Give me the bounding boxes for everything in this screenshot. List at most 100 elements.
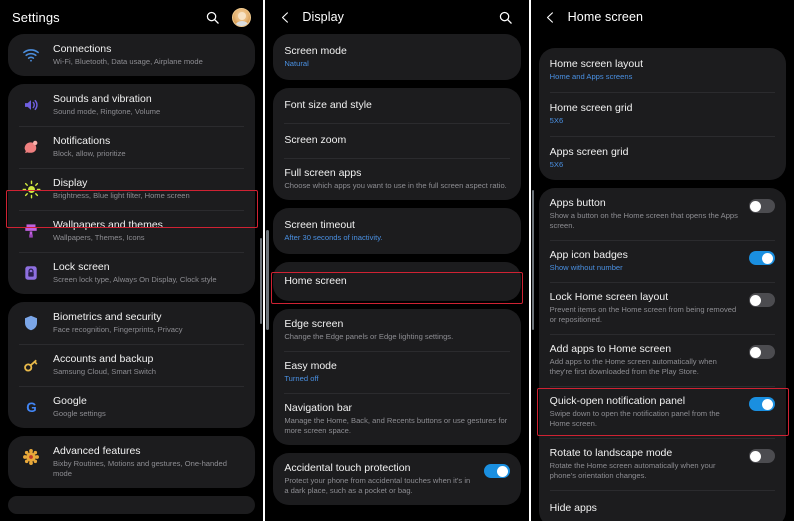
row-subtitle: Face recognition, Fingerprints, Privacy <box>53 325 183 334</box>
row-subtitle: Brightness, Blue light filter, Home scre… <box>53 191 190 200</box>
sidebar-item-wallpapers-and-themes[interactable]: Wallpapers and themes Wallpapers, Themes… <box>8 210 255 252</box>
sidebar-item-lock-screen[interactable]: Lock screen Screen lock type, Always On … <box>8 252 255 294</box>
row-title: Lock Home screen layout <box>549 291 669 303</box>
list-item-app-icon-badges[interactable]: App icon badges Show without number <box>539 240 786 282</box>
toggle-knob <box>497 465 509 477</box>
row-title: Screen zoom <box>284 134 347 146</box>
row-texts: Apps screen grid 5X6 <box>550 146 775 170</box>
row-texts: Lock Home screen layout Prevent items on… <box>550 291 741 325</box>
sidebar-item-connections[interactable]: Connections Wi-Fi, Bluetooth, Data usage… <box>8 34 255 76</box>
list-item-quick-open-notification-panel[interactable]: Quick-open notification panel Swipe down… <box>539 386 786 438</box>
toggle-app-icon-badges[interactable] <box>748 251 775 265</box>
display-topbar: Display <box>265 0 529 34</box>
row-texts: Display Brightness, Blue light filter, H… <box>53 177 244 201</box>
google-g-icon: G <box>18 396 44 418</box>
row-subtitle: Choose which apps you want to use in the… <box>284 181 507 190</box>
list-item-screen-mode[interactable]: Screen mode Natural <box>273 34 520 80</box>
row-texts: Home screen layout Home and Apps screens <box>550 58 775 82</box>
scrollbar-indicator[interactable] <box>259 238 263 324</box>
row-subtitle: Home and Apps screens <box>549 72 633 81</box>
toggle-apps-button[interactable] <box>748 199 775 213</box>
settings-group-device: Sounds and vibration Sound mode, Rington… <box>8 84 256 294</box>
scrollbar-indicator[interactable] <box>531 190 535 330</box>
toggle-accidental-touch-protection[interactable] <box>483 464 510 478</box>
row-title: Google <box>53 395 87 407</box>
toggle-knob <box>762 398 774 410</box>
list-item-hide-apps[interactable]: Hide apps <box>539 490 786 521</box>
page-title: Settings <box>12 9 60 25</box>
row-title: Advanced features <box>53 445 141 457</box>
row-texts: Add apps to Home screen Add apps to the … <box>550 343 741 377</box>
sidebar-item-display[interactable]: Display Brightness, Blue light filter, H… <box>8 168 255 210</box>
lock-icon <box>18 262 44 284</box>
toggle-knob <box>750 346 762 358</box>
home-screen-topbar: Home screen <box>530 0 794 34</box>
row-title: Font size and style <box>284 99 372 111</box>
list-item-edge-screen[interactable]: Edge screen Change the Edge panels or Ed… <box>273 309 520 351</box>
row-texts: Connections Wi-Fi, Bluetooth, Data usage… <box>53 43 244 67</box>
list-item-home-screen-layout[interactable]: Home screen layout Home and Apps screens <box>539 48 786 92</box>
toggle-quick-open-notification-panel[interactable] <box>748 397 775 411</box>
search-icon[interactable] <box>495 6 517 28</box>
scrollbar-indicator[interactable] <box>266 230 269 330</box>
sidebar-item-biometrics-and-security[interactable]: Biometrics and security Face recognition… <box>8 302 255 344</box>
row-subtitle: Wi-Fi, Bluetooth, Data usage, Airplane m… <box>53 57 203 66</box>
list-item-screen-zoom[interactable]: Screen zoom <box>273 123 520 158</box>
wifi-icon <box>18 44 44 66</box>
list-item-accidental-touch-protection[interactable]: Accidental touch protection Protect your… <box>273 453 520 505</box>
search-icon[interactable] <box>201 6 223 28</box>
row-title: Sounds and vibration <box>53 93 152 105</box>
row-texts: Screen mode Natural <box>284 45 509 69</box>
list-item-add-apps-to-home-screen[interactable]: Add apps to Home screen Add apps to the … <box>539 334 786 386</box>
sidebar-item-accounts-and-backup[interactable]: Accounts and backup Samsung Cloud, Smart… <box>8 344 255 386</box>
toggle-lock-home-screen-layout[interactable] <box>748 293 775 307</box>
row-subtitle: 5X6 <box>549 116 564 125</box>
sidebar-item-sounds-and-vibration[interactable]: Sounds and vibration Sound mode, Rington… <box>8 84 255 126</box>
row-subtitle: Prevent items on the Home screen from be… <box>549 305 737 324</box>
list-item-apps-button[interactable]: Apps button Show a button on the Home sc… <box>539 188 786 240</box>
display-group-font-zoom: Font size and style Screen zoom Full scr… <box>273 88 521 200</box>
display-group-edge-nav: Edge screen Change the Edge panels or Ed… <box>273 309 521 445</box>
row-subtitle: Rotate the Home screen automatically whe… <box>549 461 716 480</box>
sidebar-item-notifications[interactable]: Notifications Block, allow, prioritize <box>8 126 255 168</box>
list-item-easy-mode[interactable]: Easy mode Turned off <box>273 351 520 393</box>
toggle-knob <box>762 252 774 264</box>
settings-group-personal: Biometrics and security Face recognition… <box>8 302 256 428</box>
list-item-screen-timeout[interactable]: Screen timeout After 30 seconds of inact… <box>273 208 520 254</box>
list-item-home-screen-grid[interactable]: Home screen grid 5X6 <box>539 92 786 136</box>
toggle-add-apps-to-home-screen[interactable] <box>748 345 775 359</box>
avatar[interactable] <box>232 7 252 27</box>
list-item-navigation-bar[interactable]: Navigation bar Manage the Home, Back, an… <box>273 393 520 445</box>
toggle-knob <box>750 294 762 306</box>
row-texts: Biometrics and security Face recognition… <box>53 311 244 335</box>
list-item-rotate-to-landscape-mode[interactable]: Rotate to landscape mode Rotate the Home… <box>539 438 786 490</box>
row-texts: Screen zoom <box>284 134 509 147</box>
list-item-full-screen-apps[interactable]: Full screen apps Choose which apps you w… <box>273 158 520 200</box>
row-texts: Home screen grid 5X6 <box>550 102 775 126</box>
list-item-home-screen[interactable]: Home screen <box>273 262 520 301</box>
panel-divider-1 <box>263 0 265 521</box>
list-item-lock-home-screen-layout[interactable]: Lock Home screen layout Prevent items on… <box>539 282 786 334</box>
panel-home-screen: Home screen Home screen layout Home and … <box>530 0 794 521</box>
row-subtitle: Block, allow, prioritize <box>53 149 126 158</box>
row-subtitle: Swipe down to open the notification pane… <box>549 409 720 428</box>
row-texts: Navigation bar Manage the Home, Back, an… <box>284 402 509 436</box>
sidebar-item-advanced-features[interactable]: Advanced features Bixby Routines, Motion… <box>8 436 255 488</box>
row-texts: Accidental touch protection Protect your… <box>284 462 475 496</box>
row-texts: Screen timeout After 30 seconds of inact… <box>284 219 509 243</box>
back-chevron-icon[interactable] <box>543 9 559 25</box>
row-title: Home screen <box>284 275 347 287</box>
back-chevron-icon[interactable] <box>277 9 293 25</box>
row-subtitle: Change the Edge panels or Edge lighting … <box>284 332 454 341</box>
row-subtitle: After 30 seconds of inactivity. <box>284 233 383 242</box>
display-group-accidental-touch: Accidental touch protection Protect your… <box>273 453 521 505</box>
row-title: Home screen grid <box>549 102 633 114</box>
row-subtitle: 5X6 <box>549 160 564 169</box>
wallpaper-brush-icon <box>18 220 44 242</box>
sidebar-item-google[interactable]: G Google Google settings <box>8 386 255 428</box>
list-item-apps-screen-grid[interactable]: Apps screen grid 5X6 <box>539 136 786 180</box>
list-item-font-size-and-style[interactable]: Font size and style <box>273 88 520 123</box>
row-texts: Quick-open notification panel Swipe down… <box>550 395 741 429</box>
row-subtitle: Show a button on the Home screen that op… <box>549 211 738 230</box>
toggle-rotate-to-landscape-mode[interactable] <box>748 449 775 463</box>
